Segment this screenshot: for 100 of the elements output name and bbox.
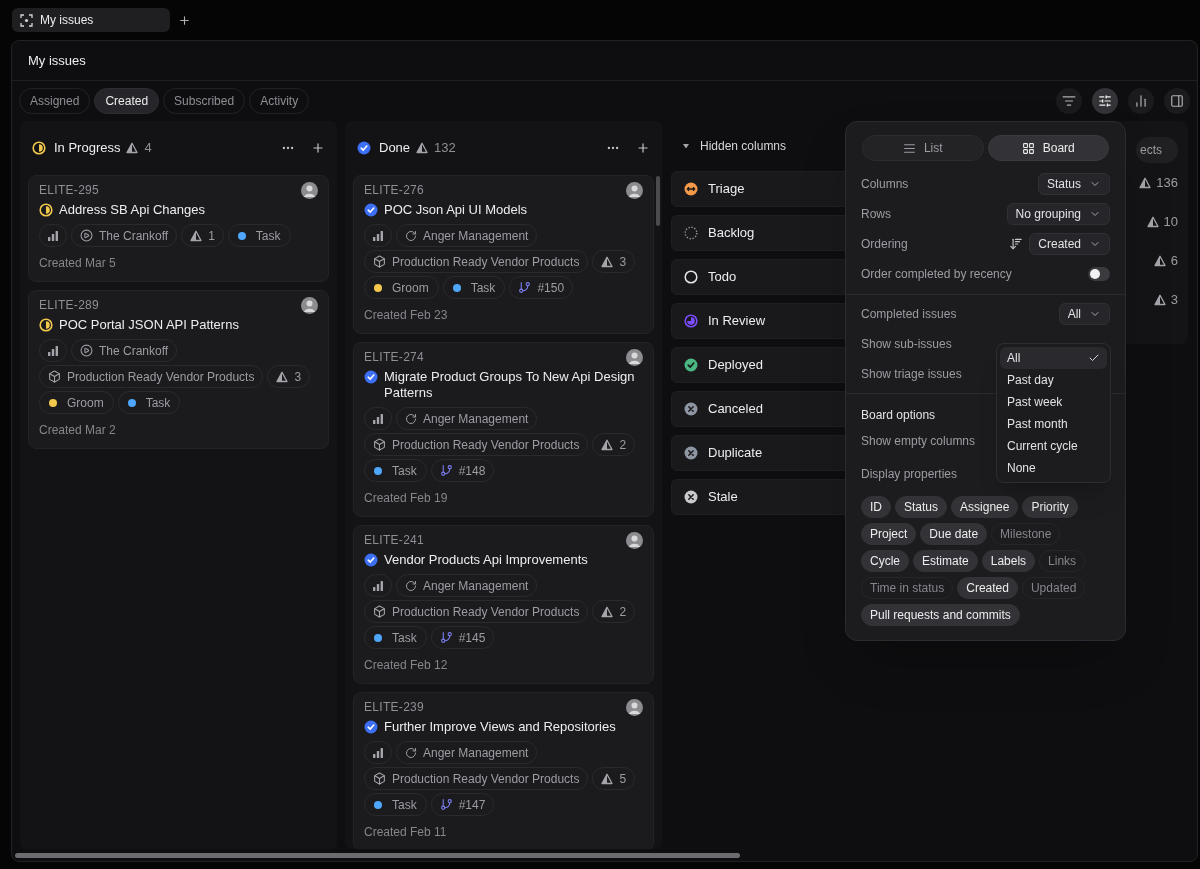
priority-bars-icon — [372, 746, 384, 759]
select-dropdown[interactable]: No grouping — [1006, 203, 1110, 225]
filter-icon — [1062, 94, 1076, 108]
issue-id: ELITE-241 — [364, 532, 425, 549]
issue-title: Vendor Products Api Improvements — [384, 552, 588, 568]
label-name: Groom — [67, 394, 104, 412]
setting-label: Ordering — [861, 236, 908, 253]
select-dropdown[interactable]: Status — [1037, 173, 1110, 195]
insights-button[interactable] — [1128, 88, 1154, 114]
branch-icon — [439, 464, 453, 477]
property-chip[interactable]: Created — [957, 577, 1018, 599]
property-chip[interactable]: Estimate — [913, 550, 978, 572]
issue-card[interactable]: ELITE-274 Migrate Product Groups To New Api Design Patterns Anger Management Production Ready Vendor Products 2 Task #148 Created Feb 19 — [353, 342, 654, 517]
setting-label: Completed issues — [861, 306, 957, 323]
pull-request-number: #148 — [458, 462, 486, 480]
property-chip[interactable]: Project — [861, 523, 917, 545]
issue-id: ELITE-295 — [39, 182, 100, 199]
column-name: Canceled — [708, 400, 763, 419]
caret-icon[interactable] — [682, 142, 690, 150]
property-chip[interactable]: ID — [861, 496, 891, 518]
issue-card[interactable]: ELITE-295 Address SB Api Changes The Crankoff 1 Task Created Mar 5 — [28, 175, 329, 282]
property-chip[interactable]: Labels — [981, 550, 1036, 572]
property-chip[interactable]: Priority — [1022, 496, 1078, 518]
property-chip[interactable]: Due date — [920, 523, 988, 545]
column-title: Done — [379, 139, 411, 158]
issue-id: ELITE-276 — [364, 182, 425, 199]
issue-card[interactable]: ELITE-239 Further Improve Views and Repositories Anger Management Production Ready Vendor Products 5 Task #147 Created Feb 11 — [353, 692, 654, 849]
issue-card[interactable]: ELITE-241 Vendor Products Api Improvements Anger Management Production Ready Vendor Products 2 Task #145 Created Feb 12 — [353, 525, 654, 684]
avatar — [626, 531, 643, 549]
pull-request-number: #147 — [458, 796, 486, 814]
priority-bars-icon — [47, 344, 59, 357]
section-heading: Board options — [861, 407, 936, 424]
pull-request-number: #145 — [458, 629, 486, 647]
estimate-value: 3 — [294, 368, 302, 386]
label-name: Task — [392, 462, 417, 480]
priority-bars-icon — [372, 229, 384, 242]
issue-title: POC Json Api UI Models — [384, 202, 528, 218]
issue-count: 6 — [1170, 251, 1178, 270]
browser-tab[interactable]: My issues — [12, 8, 170, 32]
avatar — [301, 296, 318, 314]
created-date: Created Feb 12 — [364, 657, 449, 673]
display-options-button[interactable] — [1092, 88, 1118, 114]
add-icon[interactable] — [311, 141, 325, 155]
horizontal-scrollbar[interactable] — [15, 852, 740, 858]
project-name: Production Ready Vendor Products — [392, 603, 580, 621]
cycle-name: Anger Management — [423, 410, 529, 428]
issue-card[interactable]: ELITE-289 POC Portal JSON API Patterns The Crankoff Production Ready Vendor Products 3 Groom Task Created Mar 2 — [28, 290, 329, 449]
side-panel-button[interactable] — [1164, 88, 1190, 114]
cycle-name: The Crankoff — [99, 342, 169, 360]
page-title: My issues — [28, 51, 86, 70]
column-name: Todo — [708, 268, 737, 287]
filter-button[interactable] — [1056, 88, 1082, 114]
column-name: In Review — [708, 312, 766, 331]
setting-label: Show sub-issues — [861, 336, 952, 353]
new-tab-icon[interactable] — [178, 13, 191, 27]
created-date: Created Mar 5 — [39, 255, 117, 271]
setting-label: Show empty columns — [861, 433, 976, 450]
property-chip[interactable]: Status — [895, 496, 948, 518]
label-name: Groom — [392, 279, 429, 297]
setting-label: Order completed by recency — [861, 266, 1012, 283]
layout-toggle[interactable]: Board — [987, 135, 1109, 161]
vertical-scrollbar[interactable] — [656, 176, 660, 226]
property-chip[interactable]: Pull requests and commits — [861, 604, 1020, 626]
menu-item[interactable]: Past day — [1000, 369, 1107, 391]
toggle-switch[interactable] — [1088, 267, 1110, 281]
menu-item[interactable]: Past month — [1000, 413, 1107, 435]
issue-id: ELITE-239 — [364, 699, 425, 716]
property-chip[interactable]: Cycle — [861, 550, 909, 572]
display-icon — [1098, 94, 1112, 108]
setting-label: Show triage issues — [861, 366, 962, 383]
created-date: Created Feb 23 — [364, 307, 449, 323]
project-name: Production Ready Vendor Products — [392, 253, 580, 271]
insights-icon — [1134, 94, 1148, 108]
projects-button[interactable]: ects — [1136, 137, 1178, 163]
layout-toggle[interactable]: List — [862, 135, 984, 161]
add-icon[interactable] — [636, 141, 650, 155]
column-name: Deployed — [708, 356, 763, 375]
column-name: Duplicate — [708, 444, 763, 463]
select-dropdown[interactable]: Created — [1029, 233, 1110, 255]
project-name: Production Ready Vendor Products — [392, 436, 580, 454]
column-count: 132 — [434, 139, 456, 158]
initiative-tag[interactable]: Production Ready Vendor Products — [364, 767, 589, 790]
setting-label: Rows — [861, 206, 891, 223]
created-date: Created Mar 2 — [39, 422, 117, 438]
select-dropdown[interactable]: All — [1058, 303, 1110, 325]
created-date: Created Feb 11 — [364, 824, 448, 840]
priority-bars-icon — [47, 229, 59, 242]
issue-title: Migrate Product Groups To New Api Design Patterns — [384, 369, 636, 401]
menu-item[interactable]: None — [1000, 457, 1107, 479]
menu-item[interactable]: Past week — [1000, 391, 1107, 413]
issue-count: 3 — [1170, 290, 1178, 309]
menu-item[interactable]: Current cycle — [1000, 435, 1107, 457]
issue-card[interactable]: ELITE-276 POC Json Api UI Models Anger Management Production Ready Vendor Products 3 Groom Task #150 Created Feb 23 — [353, 175, 654, 334]
menu-item[interactable]: All — [1000, 347, 1107, 369]
cycle-name: Anger Management — [423, 227, 529, 245]
sort-icon[interactable] — [1009, 237, 1024, 251]
property-chip[interactable]: Assignee — [951, 496, 1019, 518]
estimate-value: 2 — [619, 436, 627, 454]
view-tab[interactable]: Created — [94, 88, 160, 114]
cycle-name: Anger Management — [423, 577, 529, 595]
